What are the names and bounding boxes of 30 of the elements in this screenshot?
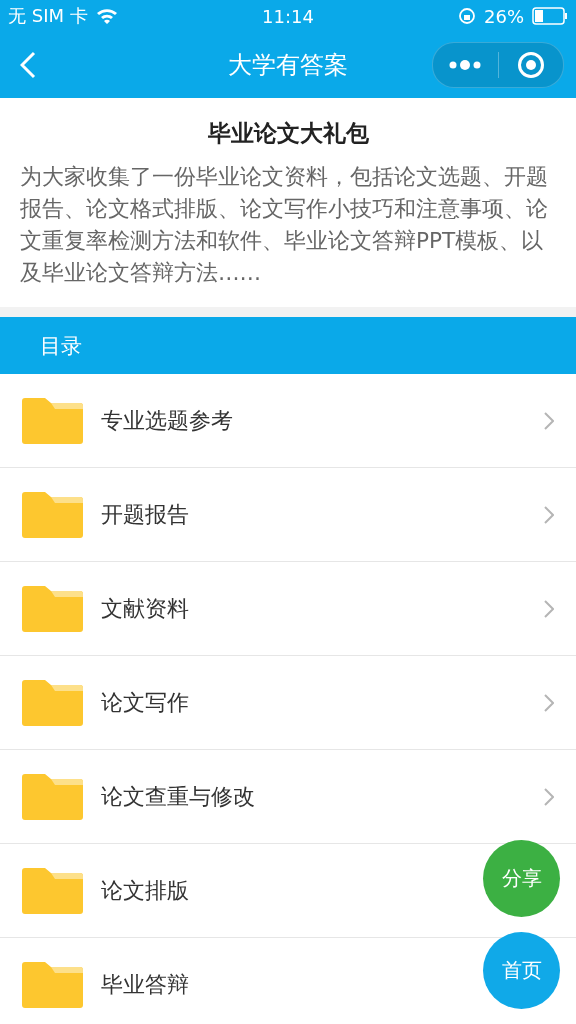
chevron-icon [544,411,554,430]
catalog-item[interactable]: 专业选题参考 [0,374,576,468]
catalog-item[interactable]: 论文写作 [0,656,576,750]
chevron-icon [544,787,554,806]
battery-percent: 26% [484,5,524,27]
folder-icon [22,773,83,820]
back-icon[interactable] [20,51,36,79]
intro-title: 毕业论文大礼包 [206,119,370,148]
folder-icon [22,585,83,632]
chevron-icon [544,505,554,524]
more-icon [449,60,482,70]
catalog-item[interactable]: 开题报告 [0,468,576,562]
intro-text: 为大家收集了一份毕业论文资料，包括论文选题、开题报告、论文格式排版、论文写作小技巧和注意事项、论文重复率检测方法和软件、毕业论文答辩PPT模板、以及毕业论文答辩方法…… [20,163,549,287]
folder-icon [22,867,83,914]
clock-time: 11:14 [262,5,314,27]
folder-icon [22,491,83,538]
battery-icon [532,7,568,25]
folder-icon [22,961,83,1008]
page-title: 大学有答案 [228,50,348,81]
close-icon [516,51,545,79]
rotation-lock-icon [458,7,476,25]
carrier-text: 无 SIM 卡 [8,4,88,28]
chevron-icon [544,693,554,712]
catalog-heading: 目录 [0,317,576,374]
catalog-item[interactable]: 文献资料 [0,562,576,656]
folder-icon [22,679,83,726]
catalog-item[interactable]: 论文查重与修改 [0,750,576,844]
chevron-icon [544,599,554,618]
folder-icon [22,397,83,444]
wifi-icon [95,8,118,24]
